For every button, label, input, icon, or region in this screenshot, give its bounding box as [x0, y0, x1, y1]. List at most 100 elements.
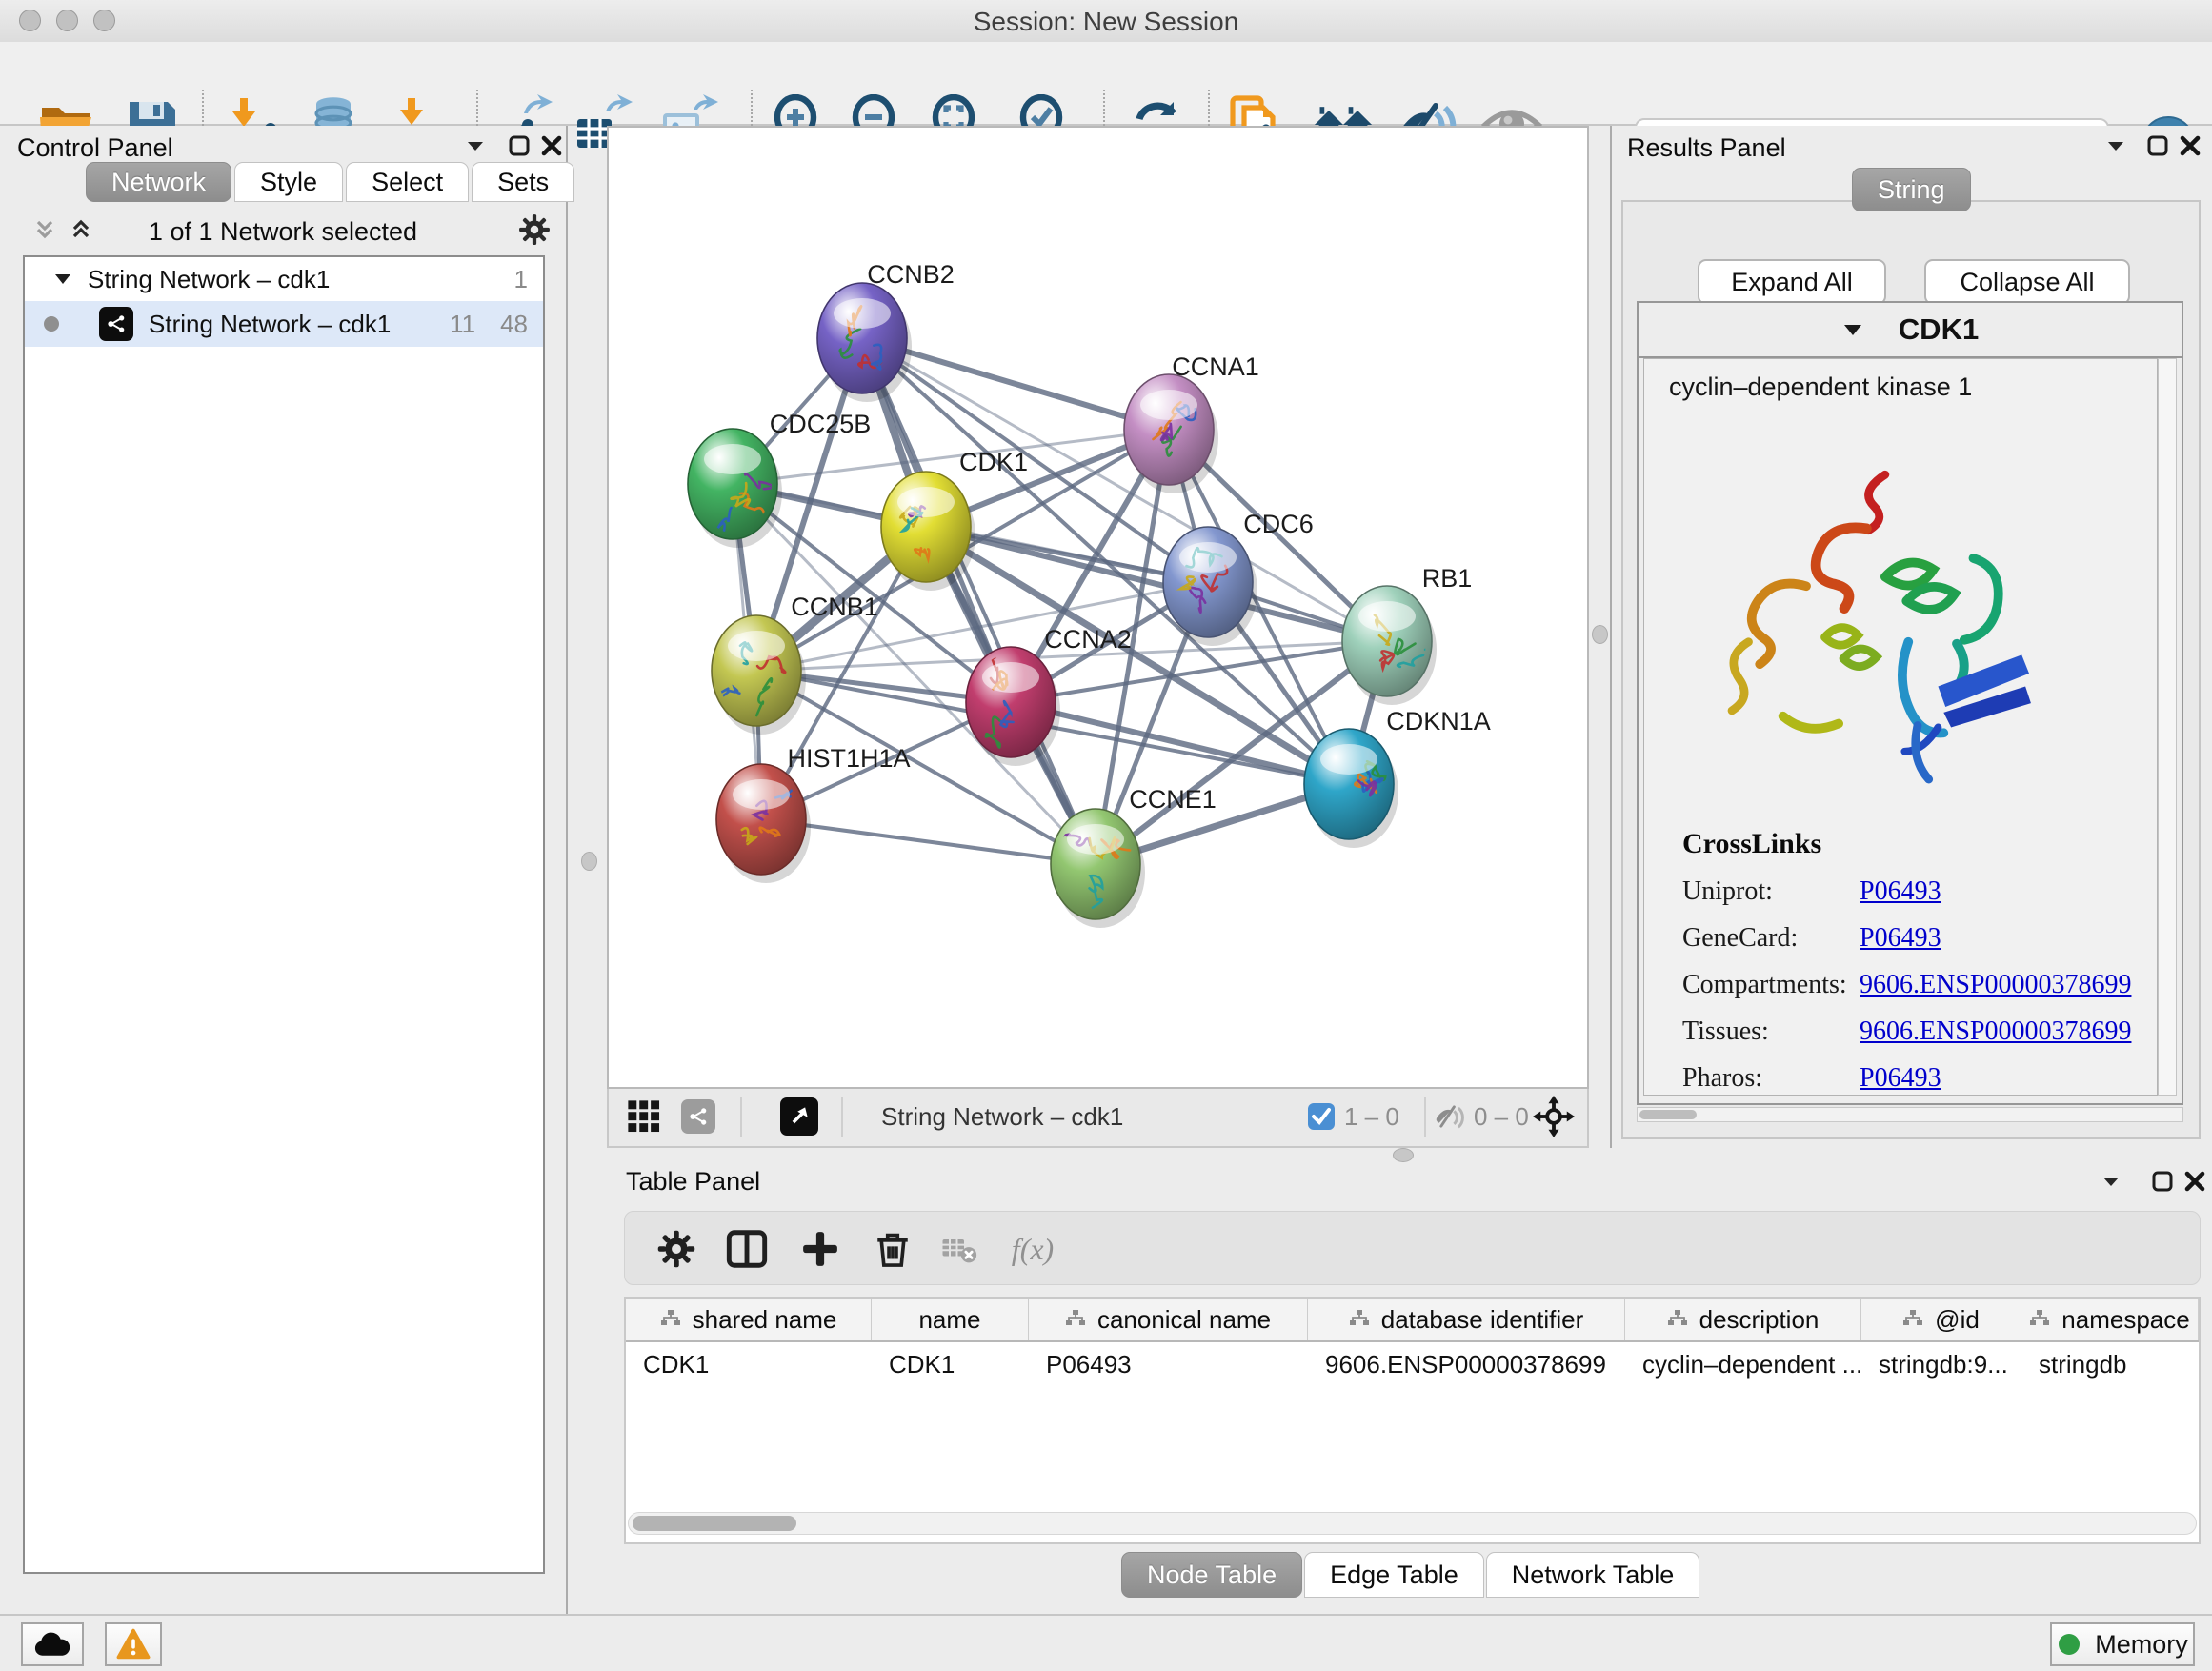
collapse-all-button[interactable]: Collapse All — [1924, 259, 2130, 305]
tab-edge-table[interactable]: Edge Table — [1304, 1552, 1484, 1598]
gene-name: CDK1 — [1899, 312, 1979, 347]
section-collapse-caret[interactable] — [1841, 322, 1864, 337]
network-node[interactable] — [881, 472, 975, 591]
node-label: CDC25B — [770, 410, 872, 438]
table-horizontal-scrollbar[interactable] — [628, 1512, 2197, 1535]
crosslink-row: GeneCard:P06493 — [1682, 923, 2131, 954]
pan-mode-icon[interactable] — [1533, 1089, 1575, 1144]
column-header-namespace[interactable]: namespace — [2021, 1299, 2199, 1340]
node-label: CDK1 — [959, 448, 1028, 476]
gene-details: cyclin–dependent kinase 1 — [1643, 358, 2158, 1096]
network-node[interactable] — [817, 283, 912, 402]
table-cell[interactable]: 9606.ENSP00000378699 — [1308, 1342, 1625, 1386]
create-column-icon[interactable] — [790, 1218, 851, 1279]
hidden-eye-icon[interactable] — [1434, 1089, 1468, 1144]
column-type-icon — [660, 1305, 681, 1335]
table-cell[interactable]: cyclin–dependent ... — [1625, 1342, 1861, 1386]
table-panel-float-button[interactable] — [2146, 1165, 2179, 1198]
results-panel-close-button[interactable] — [2174, 130, 2206, 162]
column-type-icon — [1349, 1305, 1370, 1335]
vertical-splitter-handle[interactable] — [1592, 625, 1608, 644]
crosslink-value-link[interactable]: 9606.ENSP00000378699 — [1860, 1017, 2131, 1047]
memory-button[interactable]: Memory — [2050, 1622, 2195, 1666]
tab-network-table[interactable]: Network Table — [1486, 1552, 1700, 1598]
crosslink-row: Compartments:9606.ENSP00000378699 — [1682, 970, 2131, 1000]
control-panel-float-button[interactable] — [503, 130, 535, 162]
crosslink-value-link[interactable]: P06493 — [1860, 876, 1941, 907]
warning-icon — [116, 1628, 151, 1661]
table-panel-menu-caret[interactable] — [2095, 1165, 2127, 1198]
results-vertical-scrollbar[interactable] — [2158, 358, 2177, 1096]
network-options-gear-icon[interactable] — [518, 213, 551, 246]
crosslink-value-link[interactable]: 9606.ENSP00000378699 — [1860, 970, 2131, 1000]
table-panel-close-button[interactable] — [2179, 1165, 2211, 1198]
network-node[interactable] — [1051, 809, 1145, 928]
column-header-description[interactable]: description — [1625, 1299, 1861, 1340]
network-node[interactable] — [712, 615, 806, 735]
network-node[interactable] — [1304, 729, 1398, 848]
network-selection-status: 1 of 1 Network selected — [0, 217, 566, 247]
footer-separator — [740, 1097, 742, 1137]
table-cell[interactable]: CDK1 — [872, 1342, 1029, 1386]
tab-node-table[interactable]: Node Table — [1121, 1552, 1302, 1598]
tab-network[interactable]: Network — [86, 162, 231, 202]
crosslink-row: Uniprot:P06493 — [1682, 876, 2131, 907]
tab-style[interactable]: Style — [234, 162, 343, 202]
table-cell[interactable]: stringdb:9... — [1861, 1342, 2021, 1386]
network-canvas[interactable]: CCNB2CCNA1CDC25BCDK1CDC6RB1CCNB1CCNA2CDK… — [607, 126, 1589, 1089]
table-cell[interactable]: P06493 — [1029, 1342, 1308, 1386]
column-type-icon — [2029, 1305, 2050, 1335]
column-header-name[interactable]: name — [872, 1299, 1029, 1340]
show-columns-icon[interactable] — [716, 1218, 777, 1279]
gene-section-header[interactable]: CDK1 — [1639, 303, 2182, 358]
column-header-database-identifier[interactable]: database identifier — [1308, 1299, 1625, 1340]
results-panel-menu-caret[interactable] — [2100, 130, 2132, 162]
network-collection-row[interactable]: String Network – cdk1 1 — [25, 257, 543, 301]
crosslink-label: Compartments: — [1682, 970, 1860, 1000]
grid-view-icon[interactable] — [626, 1089, 662, 1144]
network-collection-label: String Network – cdk1 — [88, 265, 330, 294]
results-panel-float-button[interactable] — [2142, 130, 2174, 162]
column-header-canonical-name[interactable]: canonical name — [1029, 1299, 1308, 1340]
tree-expander-icon[interactable] — [53, 272, 72, 286]
table-settings-gear-icon[interactable] — [646, 1218, 707, 1279]
vertical-splitter-handle[interactable] — [581, 852, 597, 871]
birds-eye-view-button[interactable] — [780, 1089, 818, 1144]
network-edge[interactable] — [862, 338, 1096, 864]
column-header-shared-name[interactable]: shared name — [626, 1299, 872, 1340]
selected-checkbox-icon[interactable] — [1306, 1089, 1337, 1144]
network-view-icon[interactable] — [681, 1089, 715, 1144]
network-node[interactable] — [1342, 586, 1437, 705]
crosslink-value-link[interactable]: P06493 — [1860, 923, 1941, 954]
delete-table-icon[interactable] — [929, 1218, 990, 1279]
results-horizontal-scrollbar[interactable] — [1637, 1107, 2183, 1122]
expand-all-button[interactable]: Expand All — [1698, 259, 1886, 305]
selected-counts: 1 – 0 — [1344, 1089, 1399, 1144]
cloud-status-button[interactable] — [21, 1622, 84, 1666]
crosslink-value-link[interactable]: P06493 — [1860, 1063, 1941, 1094]
horizontal-splitter-handle[interactable] — [1393, 1148, 1414, 1162]
tab-select[interactable]: Select — [346, 162, 469, 202]
network-node[interactable] — [716, 764, 811, 883]
network-graph[interactable]: CCNB2CCNA1CDC25BCDK1CDC6RB1CCNB1CCNA2CDK… — [609, 128, 1587, 1087]
network-row[interactable]: String Network – cdk1 11 48 — [25, 301, 543, 347]
table-cell[interactable]: stringdb — [2021, 1342, 2199, 1386]
warnings-button[interactable] — [105, 1622, 162, 1666]
network-label: String Network – cdk1 — [149, 310, 391, 339]
delete-column-trash-icon[interactable] — [862, 1218, 923, 1279]
network-node[interactable] — [966, 634, 1060, 766]
footer-separator — [1424, 1097, 1426, 1137]
tab-string[interactable]: String — [1852, 168, 1971, 211]
network-edge[interactable] — [761, 819, 1096, 864]
table-row[interactable]: CDK1CDK1P064939606.ENSP00000378699cyclin… — [626, 1342, 2199, 1386]
table-cell[interactable]: CDK1 — [626, 1342, 872, 1386]
column-type-icon — [1667, 1305, 1688, 1335]
hidden-counts: 0 – 0 — [1474, 1089, 1529, 1144]
scrollbar-thumb[interactable] — [633, 1516, 796, 1531]
window-title: Session: New Session — [0, 7, 2212, 37]
control-panel-close-button[interactable] — [535, 130, 568, 162]
network-node[interactable] — [1124, 374, 1218, 493]
column-header--id[interactable]: @id — [1861, 1299, 2021, 1340]
tab-sets[interactable]: Sets — [472, 162, 574, 202]
control-panel-menu-caret[interactable] — [459, 130, 492, 162]
